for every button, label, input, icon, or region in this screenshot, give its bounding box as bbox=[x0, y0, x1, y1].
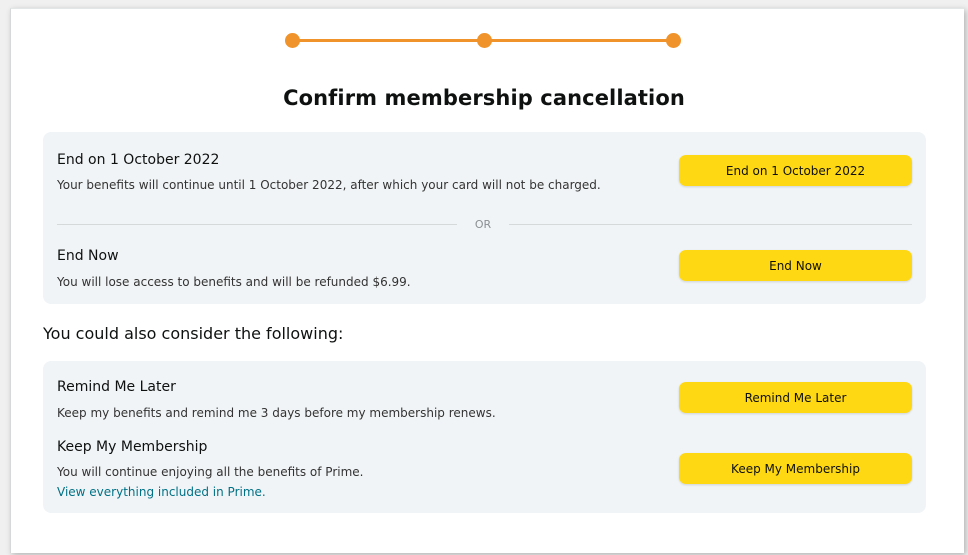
keep-my-membership-button[interactable]: Keep My Membership bbox=[679, 453, 912, 484]
progress-step-2 bbox=[477, 33, 492, 48]
end-now-button[interactable]: End Now bbox=[679, 250, 912, 281]
keep-membership-description: You will continue enjoying all the benef… bbox=[57, 465, 364, 479]
or-divider: OR bbox=[57, 218, 912, 231]
progress-stepper bbox=[285, 33, 681, 49]
or-label: OR bbox=[474, 218, 492, 231]
progress-step-1 bbox=[285, 33, 300, 48]
end-on-date-description: Your benefits will continue until 1 Octo… bbox=[57, 178, 601, 192]
consider-heading: You could also consider the following: bbox=[43, 324, 344, 343]
progress-step-3 bbox=[666, 33, 681, 48]
remind-later-description: Keep my benefits and remind me 3 days be… bbox=[57, 406, 496, 420]
divider-line-right bbox=[509, 224, 912, 225]
end-now-description: You will lose access to benefits and wil… bbox=[57, 275, 411, 289]
remind-me-later-button[interactable]: Remind Me Later bbox=[679, 382, 912, 413]
divider-line-left bbox=[57, 224, 457, 225]
remind-later-title: Remind Me Later bbox=[57, 379, 176, 395]
alternative-options-panel: Remind Me Later Keep my benefits and rem… bbox=[43, 361, 926, 513]
cancellation-options-panel: End on 1 October 2022 Your benefits will… bbox=[43, 132, 926, 304]
end-now-title: End Now bbox=[57, 248, 119, 264]
page-title: Confirm membership cancellation bbox=[283, 86, 685, 110]
end-on-date-button[interactable]: End on 1 October 2022 bbox=[679, 155, 912, 186]
keep-membership-title: Keep My Membership bbox=[57, 439, 208, 455]
view-prime-benefits-link[interactable]: View everything included in Prime. bbox=[57, 485, 266, 499]
end-on-date-title: End on 1 October 2022 bbox=[57, 152, 220, 168]
